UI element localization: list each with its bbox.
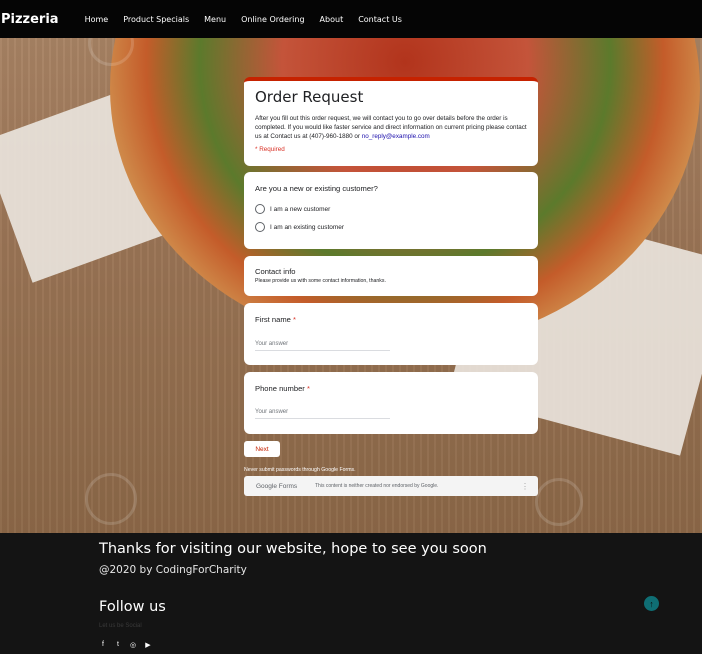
contact-info-subtitle: Please provide us with some contact info…: [255, 278, 386, 284]
phone-number-label: Phone number *: [255, 384, 527, 393]
back-to-top-icon[interactable]: ↑: [644, 596, 659, 611]
phone-number-input[interactable]: Your answer: [255, 409, 390, 419]
nav-product-specials[interactable]: Product Specials: [123, 15, 189, 24]
google-disclaimer: This content is neither created nor endo…: [315, 483, 439, 489]
first-name-label: First name *: [255, 315, 527, 324]
facebook-icon[interactable]: f: [99, 641, 107, 649]
top-navbar: Pizzeria Home Product Specials Menu Onli…: [0, 0, 702, 38]
next-button[interactable]: Next: [244, 441, 280, 457]
google-forms-bar: Google Forms This content is neither cre…: [244, 476, 538, 496]
brand-logo[interactable]: Pizzeria: [1, 12, 59, 27]
contact-info-title: Contact info: [255, 267, 296, 276]
radio-option-existing[interactable]: I am an existing customer: [255, 222, 527, 232]
nav-online-ordering[interactable]: Online Ordering: [241, 15, 304, 24]
nav-contact-us[interactable]: Contact Us: [358, 15, 402, 24]
google-forms-logo[interactable]: Google Forms: [256, 483, 315, 490]
nav-home[interactable]: Home: [85, 15, 109, 24]
follow-us-title: Follow us: [99, 599, 166, 615]
footer-thanks: Thanks for visiting our website, hope to…: [99, 541, 487, 557]
social-icons: f t ◎ ▶: [99, 641, 159, 649]
required-star: *: [293, 315, 296, 324]
radio-circle-icon[interactable]: [255, 204, 265, 214]
first-name-input[interactable]: Your answer: [255, 341, 390, 351]
youtube-icon[interactable]: ▶: [144, 641, 152, 649]
customer-type-card: Are you a new or existing customer? I am…: [244, 172, 538, 249]
required-star: *: [306, 384, 310, 393]
radio-option-new[interactable]: I am a new customer: [255, 204, 527, 214]
instagram-icon[interactable]: ◎: [129, 641, 137, 649]
social-tagline: Let us be Social: [99, 623, 142, 629]
nav-about[interactable]: About: [320, 15, 344, 24]
phone-number-card: Phone number * Your answer: [244, 372, 538, 434]
email-link[interactable]: no_reply@example.com: [362, 133, 430, 140]
more-options-icon[interactable]: ⋮: [521, 482, 529, 491]
first-name-card: First name * Your answer: [244, 303, 538, 365]
first-name-text: First name: [255, 315, 291, 324]
option-label: I am an existing customer: [270, 223, 345, 231]
swirl-decoration: [85, 473, 137, 525]
swirl-decoration: [535, 478, 583, 526]
form-description: After you fill out this order request, w…: [255, 114, 527, 141]
radio-circle-icon[interactable]: [255, 222, 265, 232]
customer-question: Are you a new or existing customer?: [255, 184, 378, 193]
footer-credit: @2020 by CodingForCharity: [99, 564, 247, 576]
nav-menu[interactable]: Menu: [204, 15, 226, 24]
option-label: I am a new customer: [270, 205, 331, 213]
password-warning: Never submit passwords through Google Fo…: [244, 467, 356, 473]
form-title: Order Request: [255, 88, 364, 106]
contact-info-card: Contact info Please provide us with some…: [244, 256, 538, 296]
twitter-icon[interactable]: t: [114, 641, 122, 649]
required-note: * Required: [255, 146, 285, 153]
form-header-card: Order Request After you fill out this or…: [244, 77, 538, 166]
phone-number-text: Phone number: [255, 384, 305, 393]
